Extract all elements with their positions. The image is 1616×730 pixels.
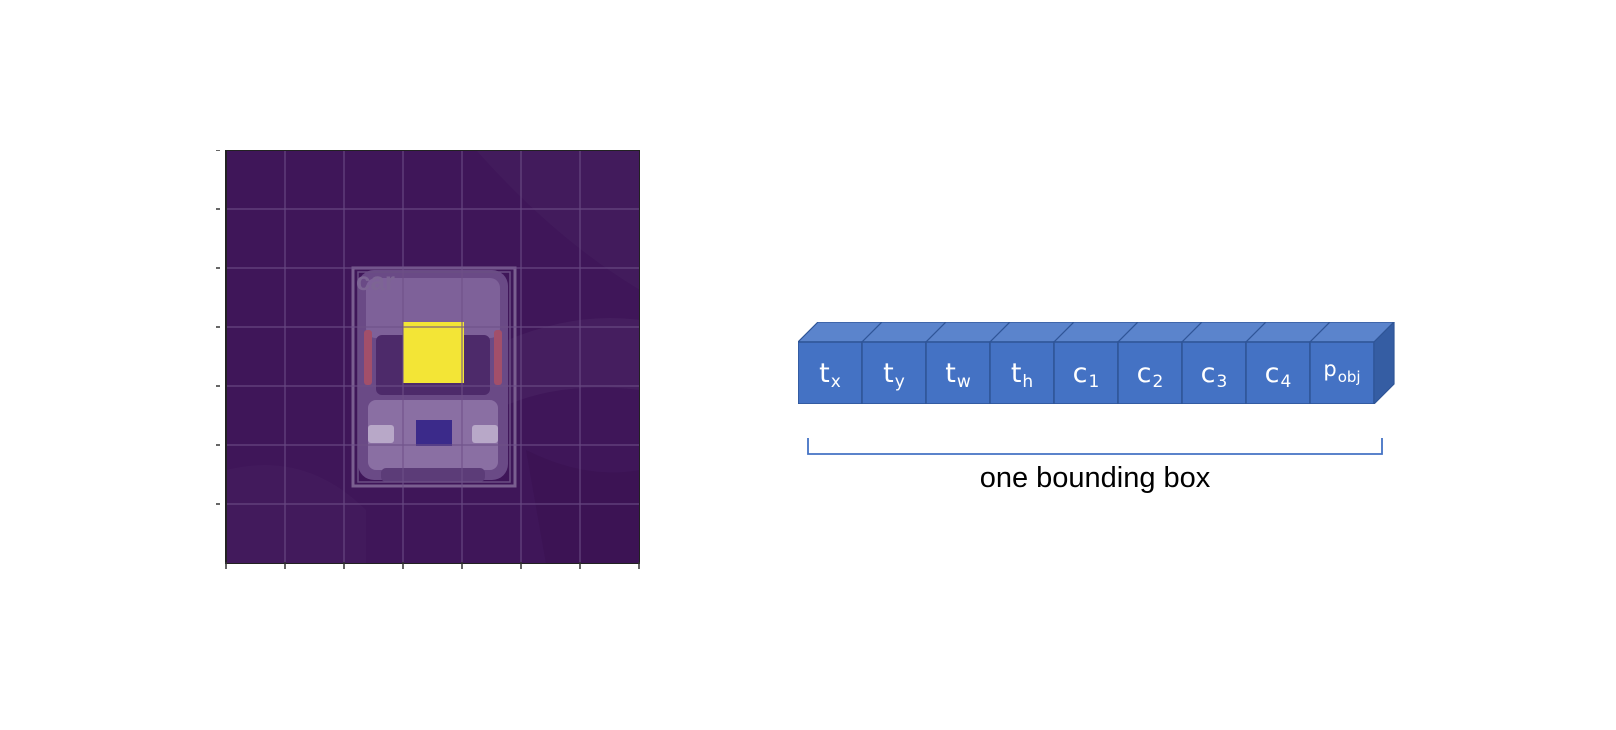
cell-symbol: t bbox=[1010, 357, 1022, 389]
cell-subscript: 3 bbox=[1216, 372, 1228, 392]
cell-subscript: x bbox=[830, 372, 841, 392]
cell-symbol: t bbox=[883, 357, 894, 389]
cell-subscript: h bbox=[1022, 372, 1034, 392]
vector-cell-label: th bbox=[990, 342, 1054, 404]
cell-symbol: c bbox=[1072, 357, 1088, 389]
cell-subscript: y bbox=[894, 372, 905, 392]
cell-symbol: p bbox=[1323, 357, 1337, 381]
vector-cell-label: c3 bbox=[1182, 342, 1246, 404]
vector-cell-label: c4 bbox=[1246, 342, 1310, 404]
vector-cell-label: tx bbox=[798, 342, 862, 404]
highlighted-cell bbox=[403, 322, 464, 383]
cell-subscript: obj bbox=[1337, 368, 1361, 386]
vector-cell-label: p obj bbox=[1310, 342, 1374, 404]
cell-symbol: c bbox=[1136, 357, 1152, 389]
vector-cell-label: c2 bbox=[1118, 342, 1182, 404]
cell-symbol: c bbox=[1264, 357, 1280, 389]
object-label: car bbox=[356, 266, 395, 296]
y-axis-ticks bbox=[216, 150, 220, 505]
cell-symbol: t bbox=[819, 357, 830, 389]
x-axis-ticks bbox=[225, 562, 640, 569]
cell-subscript: 2 bbox=[1152, 372, 1164, 392]
vector-cell-label: tw bbox=[926, 342, 990, 404]
cell-symbol: c bbox=[1200, 357, 1216, 389]
image-grid-panel: car bbox=[216, 150, 640, 569]
brace-label: one bounding box bbox=[979, 462, 1211, 494]
output-vector: t x t y t w t h c 1 c 2 c 3 c 4 p obj bbox=[798, 322, 1408, 404]
cell-subscript: 4 bbox=[1280, 372, 1292, 392]
cell-subscript: 1 bbox=[1088, 372, 1100, 392]
bounding-box-brace bbox=[807, 438, 1383, 455]
cell-symbol: t bbox=[945, 357, 956, 389]
grid-figure: car bbox=[216, 150, 640, 564]
vector-cell-label: ty bbox=[862, 342, 926, 404]
vector-cell-label: c1 bbox=[1054, 342, 1118, 404]
cell-subscript: w bbox=[956, 372, 971, 392]
